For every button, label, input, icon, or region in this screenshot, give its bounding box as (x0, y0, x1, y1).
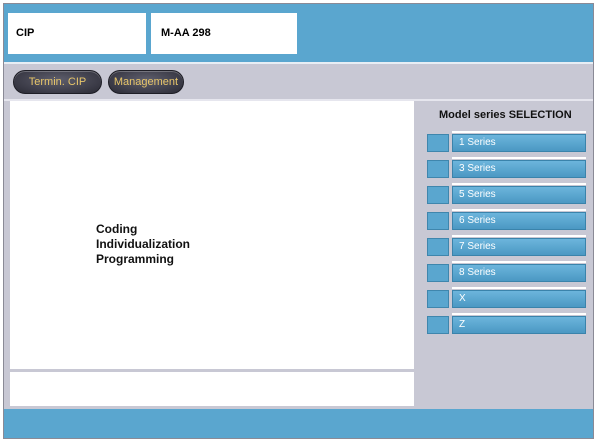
series-6-button[interactable]: 6 Series (452, 212, 586, 230)
series-row-8: 8 Series (427, 261, 586, 283)
main-content-panel: Coding Individualization Programming (10, 101, 414, 369)
series-row-x: X (427, 287, 586, 309)
main-line-coding: Coding (96, 222, 138, 236)
series-5-button[interactable]: 5 Series (452, 186, 586, 204)
app-title-box: CIP (8, 13, 146, 54)
function-list: Coding Individualization Programming (96, 222, 190, 267)
series-8-button[interactable]: 8 Series (452, 264, 586, 282)
row-divider (452, 261, 586, 263)
series-3-button[interactable]: 3 Series (452, 160, 586, 178)
main-line-individualization: Individualization (96, 237, 191, 251)
series-list: 1 Series 3 Series 5 Series 6 Series 7 Se (427, 131, 586, 339)
series-8-checkbox[interactable] (427, 264, 449, 282)
series-row-3: 3 Series (427, 157, 586, 179)
series-z-button[interactable]: Z (452, 316, 586, 334)
series-7-button[interactable]: 7 Series (452, 238, 586, 256)
row-divider (452, 235, 586, 237)
series-7-checkbox[interactable] (427, 238, 449, 256)
row-divider (452, 131, 586, 133)
series-row-6: 6 Series (427, 209, 586, 231)
header-divider (4, 62, 593, 64)
row-divider (452, 183, 586, 185)
footer-bar (4, 409, 593, 438)
header-bar: CIP M-AA 298 (4, 4, 593, 62)
series-x-checkbox[interactable] (427, 290, 449, 308)
row-divider (452, 287, 586, 289)
model-series-panel: Model series SELECTION 1 Series 3 Series… (418, 101, 593, 406)
series-1-checkbox[interactable] (427, 134, 449, 152)
series-row-5: 5 Series (427, 183, 586, 205)
series-5-checkbox[interactable] (427, 186, 449, 204)
series-1-button[interactable]: 1 Series (452, 134, 586, 152)
row-divider (452, 313, 586, 315)
row-divider (452, 157, 586, 159)
app-window: CIP M-AA 298 Termin. CIP Management Codi… (3, 3, 594, 439)
series-row-7: 7 Series (427, 235, 586, 257)
series-x-button[interactable]: X (452, 290, 586, 308)
management-button[interactable]: Management (108, 70, 184, 94)
series-6-checkbox[interactable] (427, 212, 449, 230)
series-3-checkbox[interactable] (427, 160, 449, 178)
model-series-title: Model series SELECTION (439, 109, 572, 121)
row-divider (452, 209, 586, 211)
vehicle-id-box: M-AA 298 (151, 13, 297, 54)
series-row-z: Z (427, 313, 586, 335)
series-z-checkbox[interactable] (427, 316, 449, 334)
series-row-1: 1 Series (427, 131, 586, 153)
status-area (10, 372, 414, 406)
termin-cip-button[interactable]: Termin. CIP (13, 70, 102, 94)
main-line-programming: Programming (96, 252, 175, 266)
